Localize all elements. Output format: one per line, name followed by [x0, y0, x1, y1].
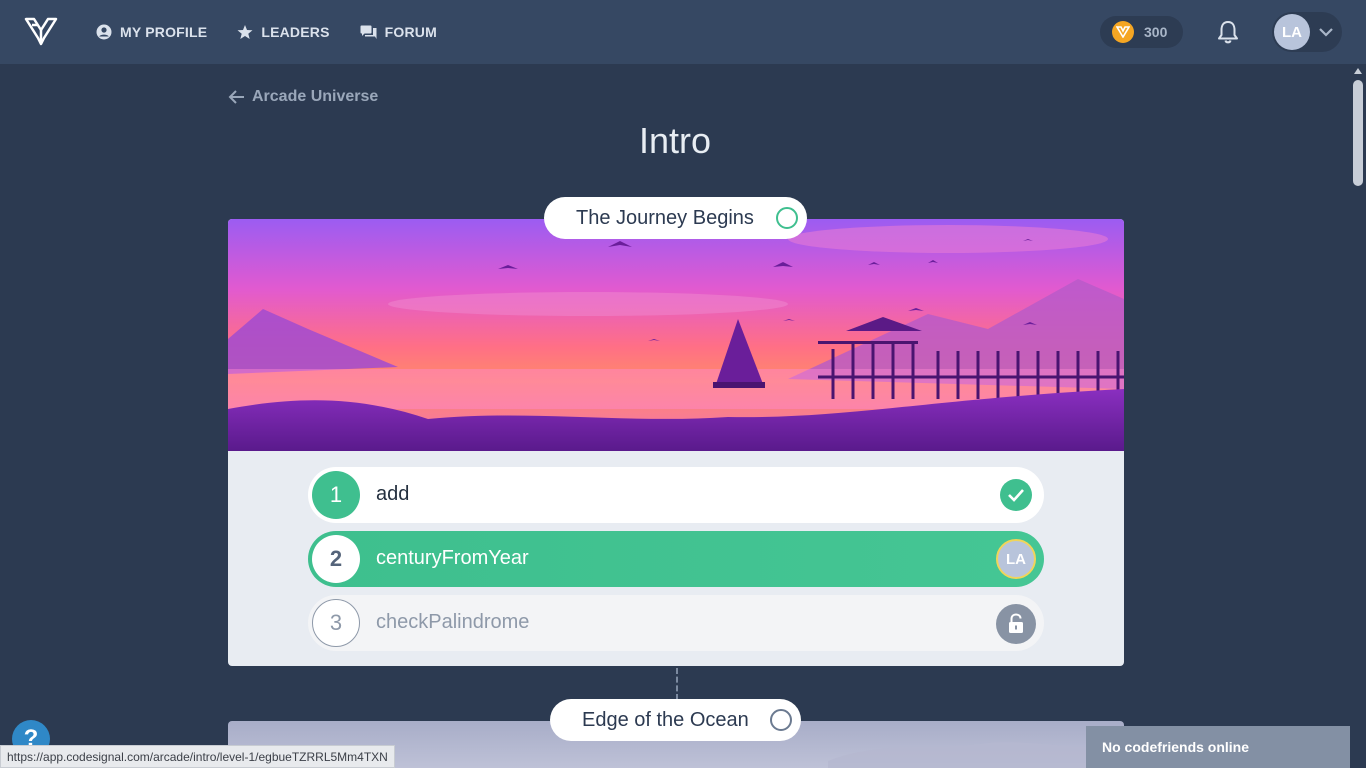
- coins-value: 300: [1144, 24, 1168, 40]
- coins-counter[interactable]: 300: [1100, 16, 1183, 48]
- codefriends-panel[interactable]: No codefriends online: [1086, 726, 1350, 768]
- avatar: LA: [1274, 14, 1310, 50]
- codesignal-logo-icon[interactable]: [24, 16, 58, 46]
- task-item-centuryfromyear[interactable]: 2 centuryFromYear LA: [308, 531, 1044, 587]
- unlock-icon: [996, 604, 1036, 644]
- nav-leaders[interactable]: LEADERS: [237, 0, 329, 64]
- nav-forum-label: FORUM: [384, 24, 437, 40]
- task-name: add: [376, 483, 410, 505]
- avatar: LA: [996, 539, 1036, 579]
- chat-bubbles-icon: [360, 25, 377, 39]
- task-name: centuryFromYear: [376, 547, 529, 569]
- back-link[interactable]: Arcade Universe: [228, 88, 378, 106]
- notifications-bell-icon[interactable]: [1214, 18, 1242, 46]
- browser-status-url: https://app.codesignal.com/arcade/intro/…: [0, 745, 395, 768]
- nav-my-profile[interactable]: MY PROFILE: [96, 0, 207, 64]
- scroll-thumb[interactable]: [1353, 80, 1363, 186]
- level-banner-image: [228, 219, 1124, 451]
- main-nav: MY PROFILE LEADERS FORUM: [96, 0, 467, 64]
- level-title-pill[interactable]: The Journey Begins: [544, 197, 807, 239]
- task-number: 1: [312, 471, 360, 519]
- nav-leaders-label: LEADERS: [261, 24, 330, 40]
- task-item-add[interactable]: 1 add: [308, 467, 1044, 523]
- level-title-pill[interactable]: Edge of the Ocean: [550, 699, 801, 741]
- level-connector: [676, 668, 678, 700]
- page-scrollbar[interactable]: [1350, 64, 1366, 768]
- level-title: Edge of the Ocean: [582, 708, 749, 731]
- back-link-label: Arcade Universe: [252, 88, 379, 105]
- level-card: 1 add 2 centuryFromYear LA 3 checkPalind…: [228, 219, 1124, 666]
- top-bar: MY PROFILE LEADERS FORUM 300 LA: [0, 0, 1366, 64]
- scroll-up-arrow-icon[interactable]: [1354, 68, 1362, 74]
- progress-ring-icon: [770, 709, 792, 731]
- arrow-left-icon: [228, 90, 244, 104]
- checkmark-icon: [1000, 479, 1032, 511]
- task-item-checkpalindrome[interactable]: 3 checkPalindrome: [308, 595, 1044, 651]
- user-circle-icon: [96, 24, 112, 40]
- profile-menu[interactable]: LA: [1272, 12, 1342, 52]
- task-name: checkPalindrome: [376, 611, 530, 633]
- progress-ring-icon: [776, 207, 798, 229]
- nav-my-profile-label: MY PROFILE: [120, 24, 208, 40]
- nav-forum[interactable]: FORUM: [360, 0, 437, 64]
- task-number: 2: [312, 535, 360, 583]
- star-icon: [237, 25, 253, 39]
- page-title: Intro: [638, 120, 712, 161]
- task-number: 3: [312, 599, 360, 647]
- level-title: The Journey Begins: [576, 206, 754, 229]
- coin-icon: [1112, 21, 1134, 43]
- chevron-down-icon: [1319, 28, 1333, 37]
